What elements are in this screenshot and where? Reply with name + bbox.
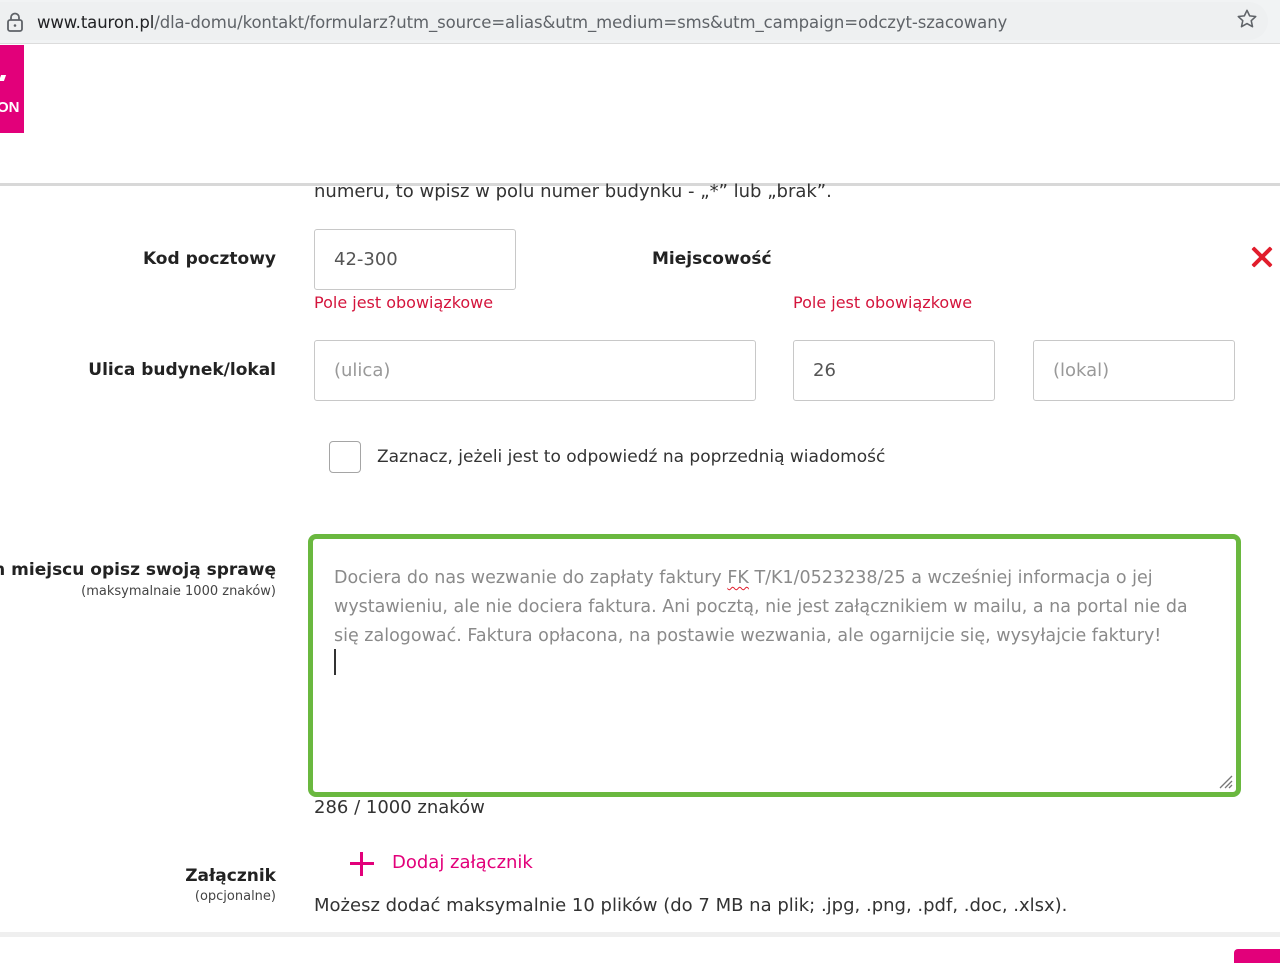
- postal-code-error: Pole jest obowiązkowe: [314, 293, 494, 312]
- url-path: /dla-domu/kontakt/formularz?utm_source=a…: [154, 13, 1008, 32]
- building-number-input[interactable]: [793, 340, 995, 401]
- street-input[interactable]: [314, 340, 756, 401]
- logo-text: ON: [0, 99, 20, 116]
- url-field[interactable]: www.tauron.pl/dla-domu/kontakt/formularz…: [0, 2, 1268, 40]
- description-text: Dociera do nas wezwanie do zapłaty faktu…: [334, 564, 1194, 651]
- url-host: www.tauron.pl: [37, 13, 155, 32]
- footer-divider: [0, 932, 1280, 937]
- url-text[interactable]: www.tauron.pl/dla-domu/kontakt/formularz…: [37, 13, 1007, 32]
- text-cursor: [334, 649, 336, 675]
- plus-icon: [350, 852, 374, 876]
- building-number-note: numeru, to wpisz w polu numer budynku - …: [314, 181, 832, 202]
- attachment-info: Możesz dodać maksymalnie 10 plików (do 7…: [314, 895, 1068, 916]
- logo-mark-icon: [0, 75, 7, 81]
- description-label: W tym miejscu opisz swoją sprawę: [0, 560, 276, 580]
- tauron-logo[interactable]: ON: [0, 45, 24, 133]
- reply-checkbox[interactable]: [329, 441, 361, 473]
- star-icon[interactable]: [1236, 8, 1258, 30]
- attachment-label: Załącznik: [185, 866, 276, 886]
- add-attachment-label: Dodaj załącznik: [392, 852, 533, 873]
- resize-handle-icon[interactable]: [1217, 773, 1233, 789]
- description-text-start: Dociera do nas wezwanie do zapłaty faktu…: [334, 568, 728, 588]
- attachment-sublabel: (opcjonalne): [194, 889, 276, 904]
- street-label: Ulica budynek/lokal: [88, 360, 276, 380]
- postal-code-input[interactable]: [314, 229, 516, 290]
- unit-number-input[interactable]: [1033, 340, 1235, 401]
- character-counter: 286 / 1000 znaków: [314, 797, 485, 818]
- description-sublabel: (maksymalnaie 1000 znaków): [81, 584, 276, 599]
- misspelled-word: FK: [727, 568, 749, 588]
- reply-checkbox-label: Zaznacz, jeżeli jest to odpowiedź na pop…: [377, 447, 886, 467]
- postal-code-label: Kod pocztowy: [142, 249, 276, 269]
- description-textarea[interactable]: Dociera do nas wezwanie do zapłaty faktu…: [308, 534, 1241, 797]
- browser-address-bar: www.tauron.pl/dla-domu/kontakt/formularz…: [0, 0, 1280, 44]
- city-label: Miejscowość: [652, 249, 772, 269]
- city-error: Pole jest obowiązkowe: [793, 293, 973, 312]
- submit-button-edge[interactable]: [1234, 949, 1280, 963]
- lock-icon[interactable]: [6, 12, 24, 32]
- close-icon[interactable]: [1250, 245, 1274, 269]
